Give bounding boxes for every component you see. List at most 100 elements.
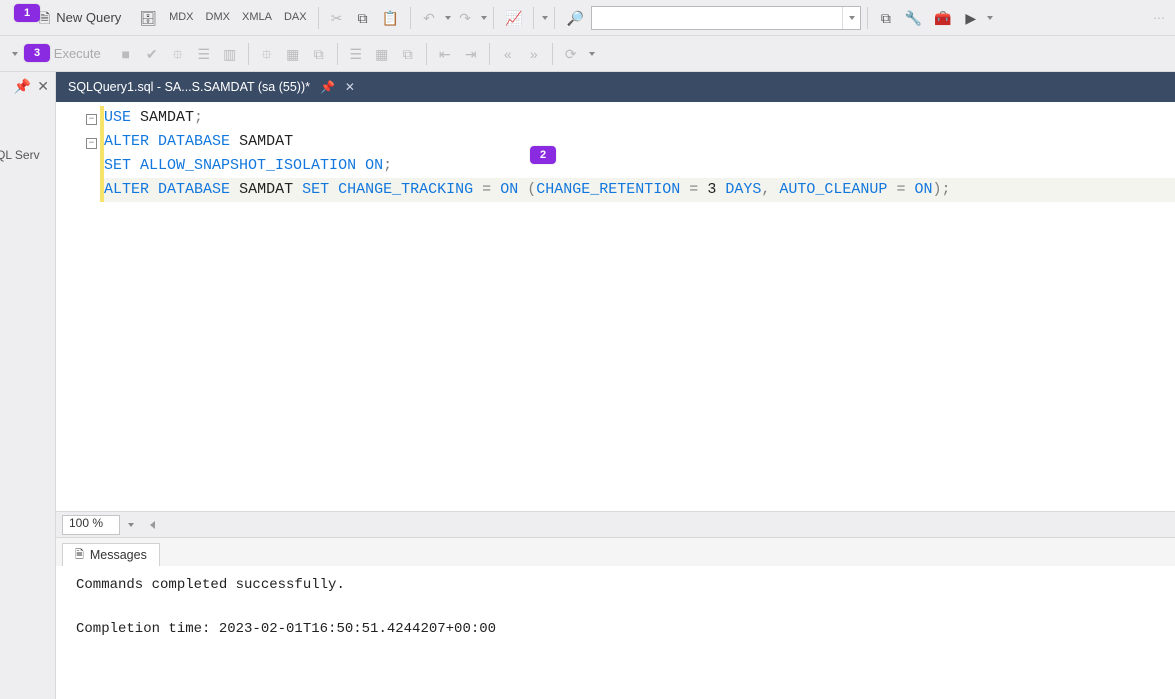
quick-launch-search[interactable] <box>591 6 861 30</box>
messages-pane[interactable]: Commands completed successfully. Complet… <box>56 566 1175 699</box>
comment-out-button[interactable]: ⇤ <box>433 42 457 66</box>
toolbar-overflow[interactable]: ⋯ <box>1147 6 1171 30</box>
kw-on: ON <box>914 181 932 198</box>
results-tab-strip: 🗎 Messages <box>56 538 1175 566</box>
actual-plan-icon: ⯐ <box>262 47 273 61</box>
op-eq: = <box>689 181 698 198</box>
vs-icon: ⧉ <box>881 11 891 25</box>
kw-allow-snapshot-isolation: ALLOW_SNAPSHOT_ISOLATION <box>140 157 356 174</box>
ident-samdat: SAMDAT <box>140 109 194 126</box>
punct: ; <box>194 109 203 126</box>
parse-button[interactable]: ✔ <box>140 42 164 66</box>
punct: ) <box>933 181 942 198</box>
kw-change-tracking: CHANGE_TRACKING <box>338 181 473 198</box>
redo-button[interactable]: ↷ <box>453 6 477 30</box>
find-button[interactable]: 🔎 <box>561 6 588 30</box>
sql-editor[interactable]: − − USE SAMDAT; ALTER DATABASE SAMDAT SE… <box>56 102 1175 512</box>
kw-change-retention: CHANGE_RETENTION <box>536 181 680 198</box>
zoom-caret-icon[interactable] <box>128 523 134 527</box>
mdx-query-button[interactable]: MDX <box>164 6 198 30</box>
fold-toggle-icon[interactable]: − <box>86 114 97 125</box>
editor-zoom-row: 100 % <box>56 512 1175 538</box>
vs-button[interactable]: ⧉ <box>874 6 898 30</box>
punct: ; <box>383 157 392 174</box>
xmla-icon: XMLA <box>242 12 272 23</box>
include-client-stats-button[interactable]: ⧉ <box>307 42 331 66</box>
values-icon: ⟳ <box>565 47 577 61</box>
pin-icon[interactable]: 📌 <box>14 79 31 93</box>
toolbox-button[interactable]: 🧰 <box>929 6 956 30</box>
plan-icon: ⯐ <box>173 47 184 61</box>
kw-on: ON <box>500 181 518 198</box>
dmx-icon: DMX <box>206 12 230 23</box>
undo-icon: ↶ <box>423 11 435 25</box>
solution-dropdown-caret[interactable] <box>542 16 548 20</box>
kw-set: SET <box>104 157 131 174</box>
include-live-stats-button[interactable]: ▦ <box>281 42 305 66</box>
undo-button[interactable]: ↶ <box>417 6 441 30</box>
decrease-indent-icon: « <box>504 47 512 61</box>
results-file-icon: ⧉ <box>403 47 413 61</box>
paste-button[interactable]: 📋 <box>377 6 404 30</box>
xmla-query-button[interactable]: XMLA <box>237 6 277 30</box>
toolbar-separator <box>337 43 338 65</box>
decrease-indent-button[interactable]: « <box>496 42 520 66</box>
play-dropdown-caret[interactable] <box>987 16 993 20</box>
play-button[interactable]: ▶ <box>959 6 983 30</box>
stop-button[interactable]: ■ <box>114 42 138 66</box>
uncomment-button[interactable]: ⇥ <box>459 42 483 66</box>
fold-toggle-icon[interactable]: − <box>86 138 97 149</box>
copy-button[interactable]: ⧉ <box>351 6 375 30</box>
dax-query-button[interactable]: DAX <box>279 6 312 30</box>
kw-database: DATABASE <box>158 181 230 198</box>
increase-indent-button[interactable]: » <box>522 42 546 66</box>
ident-samdat: SAMDAT <box>239 133 293 150</box>
quick-launch-dropdown[interactable] <box>842 7 860 29</box>
zoom-dropdown[interactable]: 100 % <box>62 515 120 535</box>
object-explorer-collapsed[interactable]: 📌 ✕ QL Serv <box>0 72 56 699</box>
op-eq: = <box>896 181 905 198</box>
document-tab-close-icon[interactable]: ✕ <box>345 80 355 94</box>
toolbox-icon: 🧰 <box>934 11 951 25</box>
redo-dropdown-caret[interactable] <box>481 16 487 20</box>
punct: , <box>761 181 770 198</box>
sql-text[interactable]: USE SAMDAT; ALTER DATABASE SAMDAT SET AL… <box>104 106 1175 202</box>
activity-monitor-button[interactable]: 📈 <box>500 6 527 30</box>
document-tab-active[interactable]: SQLQuery1.sql - SA...S.SAMDAT (sa (55))*… <box>56 72 367 102</box>
quick-launch-input[interactable] <box>592 7 842 29</box>
sql-toolbar-overflow-caret[interactable] <box>589 52 595 56</box>
kw-set: SET <box>302 181 329 198</box>
toolbar-separator <box>554 7 555 29</box>
intellisense-button[interactable]: ▥ <box>218 42 242 66</box>
cut-button[interactable]: ✂ <box>325 6 349 30</box>
toolbar-separator <box>533 7 534 29</box>
close-icon[interactable]: ✕ <box>37 79 49 93</box>
display-plan-button[interactable]: ⯐ <box>166 42 190 66</box>
wrench-button[interactable]: 🔧 <box>900 6 927 30</box>
dmx-query-button[interactable]: DMX <box>201 6 235 30</box>
main-area: SQLQuery1.sql - SA...S.SAMDAT (sa (55))*… <box>56 72 1175 699</box>
results-to-file-button[interactable]: ⧉ <box>396 42 420 66</box>
paste-icon: 📋 <box>382 11 399 25</box>
include-actual-plan-button[interactable]: ⯐ <box>255 42 279 66</box>
results-to-text-button[interactable]: ☰ <box>344 42 368 66</box>
new-query-label: New Query <box>50 10 127 25</box>
kw-use: USE <box>104 109 131 126</box>
copy-icon: ⧉ <box>358 11 368 25</box>
new-query-button[interactable]: 🗎 New Query <box>34 6 132 30</box>
kw-alter: ALTER <box>104 181 149 198</box>
kw-on: ON <box>365 157 383 174</box>
database-engine-query-button[interactable]: 🗄 <box>134 6 162 30</box>
database-dropdown-caret[interactable] <box>12 52 18 56</box>
check-icon: ✔ <box>146 47 158 61</box>
specify-values-button[interactable]: ⟳ <box>559 42 583 66</box>
undo-dropdown-caret[interactable] <box>445 16 451 20</box>
document-tab-pin-icon[interactable]: 📌 <box>320 80 335 94</box>
toolbar-separator <box>248 43 249 65</box>
query-options-button[interactable]: ☰ <box>192 42 216 66</box>
messages-tab[interactable]: 🗎 Messages <box>62 543 160 566</box>
toolbar-separator <box>493 7 494 29</box>
results-to-grid-button[interactable]: ▦ <box>370 42 394 66</box>
redo-icon: ↷ <box>459 11 471 25</box>
horizontal-scroll-left-icon[interactable] <box>150 521 155 529</box>
